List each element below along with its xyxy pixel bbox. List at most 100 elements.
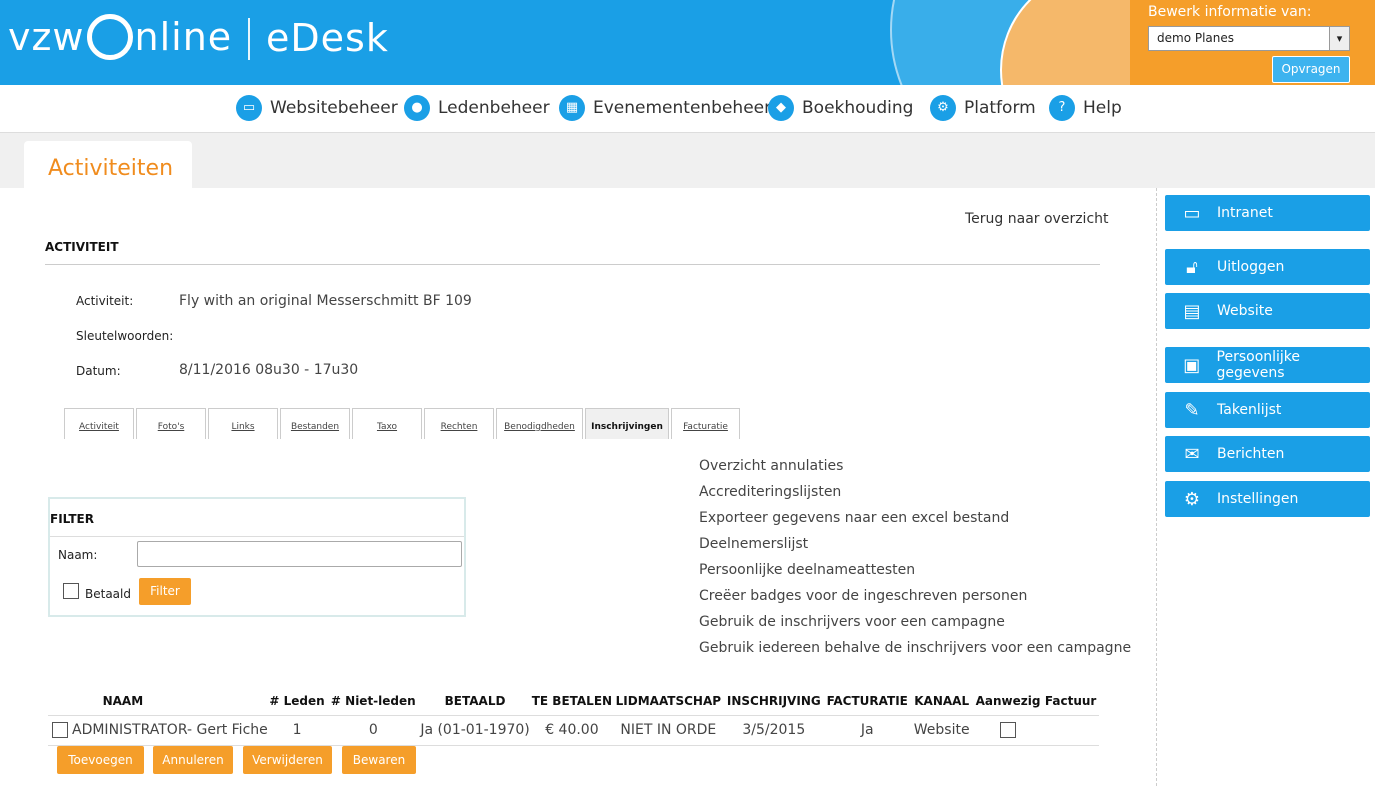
link-overzicht-annulaties[interactable]: Overzicht annulaties <box>699 458 1131 484</box>
col-kanaal[interactable]: KANAAL <box>910 687 974 715</box>
col-aanwezig[interactable]: Aanwezig <box>974 687 1042 715</box>
cell-factuur <box>1042 714 1099 746</box>
naam-label: Naam: <box>58 548 98 562</box>
cell-aanwezig <box>973 714 1043 746</box>
col-lidmaatschap[interactable]: LIDMAATSCHAP <box>614 687 723 715</box>
col-facturatie[interactable]: FACTURATIE <box>825 687 910 715</box>
tab-benodigdheden[interactable]: Benodigdheden <box>496 408 583 439</box>
tab-taxo[interactable]: Taxo <box>352 408 422 439</box>
col-te-betalen[interactable]: TE BETALEN <box>530 687 614 715</box>
toevoegen-button[interactable]: Toevoegen <box>57 746 144 774</box>
bewerk-label: Bewerk informatie van: <box>1148 4 1312 20</box>
naam-input[interactable] <box>137 541 462 567</box>
sidebar-website[interactable]: ▤ Website <box>1165 293 1370 329</box>
logo-o-icon <box>86 14 133 60</box>
cell-naam: ADMINISTRATOR- Gert Fiche <box>48 714 268 746</box>
unlock-icon: 🔓︎ <box>1186 256 1198 278</box>
monitor-lock-icon: ▭ <box>1183 202 1201 224</box>
table-row[interactable]: ADMINISTRATOR- Gert Fiche 1 0 Ja (01-01-… <box>48 714 1099 746</box>
nav-label: Evenementenbeheer <box>593 98 772 118</box>
tab-fotos[interactable]: Foto's <box>136 408 206 439</box>
filter-button[interactable]: Filter <box>139 578 191 605</box>
sidebar-instellingen[interactable]: ⚙ Instellingen <box>1165 481 1370 517</box>
envelope-icon: ✉ <box>1184 443 1200 465</box>
section-title: ACTIVITEIT <box>45 240 119 254</box>
inschrijvingen-table: NAAM # Leden # Niet-leden BETAALD TE BET… <box>48 687 1099 746</box>
sidebar-intranet[interactable]: ▭ Intranet <box>1165 195 1370 231</box>
sidebar-uitloggen[interactable]: 🔓︎ Uitloggen <box>1165 249 1370 285</box>
table-header-row: NAAM # Leden # Niet-leden BETAALD TE BET… <box>48 687 1099 715</box>
betaald-checkbox[interactable] <box>63 583 79 599</box>
sidebar-label: Intranet <box>1217 205 1273 221</box>
page-title: Activiteiten <box>48 156 174 181</box>
tab-inschrijvingen[interactable]: Inschrijvingen <box>585 408 669 439</box>
sidebar-label: Persoonlijke gegevens <box>1216 349 1301 381</box>
link-accrediteringslijsten[interactable]: Accrediteringslijsten <box>699 484 1131 510</box>
cell-kanaal: Website <box>909 714 974 746</box>
link-badges[interactable]: Creëer badges voor de ingeschreven perso… <box>699 588 1131 614</box>
link-campagne-inschrijvers[interactable]: Gebruik de inschrijvers voor een campagn… <box>699 614 1131 640</box>
filter-panel: FILTER Naam: Betaald Filter <box>48 497 466 617</box>
sidebar-berichten[interactable]: ✉ Berichten <box>1165 436 1370 472</box>
link-campagne-behalve[interactable]: Gebruik iedereen behalve de inschrijvers… <box>699 640 1131 666</box>
terug-link[interactable]: Terug naar overzicht <box>965 211 1109 227</box>
bewerk-select-value: demo Planes <box>1157 31 1235 45</box>
col-betaald[interactable]: BETAALD <box>420 687 529 715</box>
tab-activiteit[interactable]: Activiteit <box>64 408 134 439</box>
gear-icon: ⚙ <box>1183 488 1201 510</box>
tab-facturatie[interactable]: Facturatie <box>671 408 740 439</box>
page-title-tab: Activiteiten <box>24 141 192 188</box>
nav-ledenbeheer[interactable]: ● Ledenbeheer <box>404 95 550 121</box>
nav-websitebeheer[interactable]: ▭ Websitebeheer <box>236 95 398 121</box>
help-icon: ? <box>1049 95 1075 121</box>
link-deelnameattesten[interactable]: Persoonlijke deelnameattesten <box>699 562 1131 588</box>
logo-text-left: vzw <box>8 15 85 59</box>
sidebar-label: Instellingen <box>1217 491 1299 507</box>
nav-help[interactable]: ? Help <box>1049 95 1122 121</box>
sidebar-divider <box>1156 188 1157 786</box>
nav-label: Platform <box>964 98 1036 118</box>
sidebar-persoonlijke-gegevens[interactable]: ▣ Persoonlijke gegevens <box>1165 347 1370 383</box>
cell-lidmaatschap: NIET IN ORDE <box>614 714 723 746</box>
cell-te-betalen: € 40.00 <box>529 714 615 746</box>
col-niet-leden[interactable]: # Niet-leden <box>326 687 420 715</box>
product-name: eDesk <box>266 16 389 60</box>
opvragen-button[interactable]: Opvragen <box>1272 56 1350 83</box>
tab-links[interactable]: Links <box>208 408 278 439</box>
tab-bestanden[interactable]: Bestanden <box>280 408 350 439</box>
link-exporteer-excel[interactable]: Exporteer gegevens naar een excel bestan… <box>699 510 1131 536</box>
sleutelwoorden-label: Sleutelwoorden: <box>76 329 174 343</box>
filter-title: FILTER <box>50 512 94 526</box>
nav-label: Help <box>1083 98 1122 118</box>
monitor-icon: ▭ <box>236 95 262 121</box>
nav-evenementenbeheer[interactable]: ▦ Evenementenbeheer <box>559 95 771 121</box>
nav-platform[interactable]: ⚙ Platform <box>930 95 1036 121</box>
app-header: vzw nline eDesk Bewerk informatie van: de… <box>0 0 1375 85</box>
bewaren-button[interactable]: Bewaren <box>342 746 416 774</box>
tab-rechten[interactable]: Rechten <box>424 408 494 439</box>
logo-text-right: nline <box>134 15 233 59</box>
link-deelnemerslijst[interactable]: Deelnemerslijst <box>699 536 1131 562</box>
verwijderen-button[interactable]: Verwijderen <box>243 746 332 774</box>
vzwonline-logo[interactable]: vzw nline <box>8 14 232 60</box>
bewerk-select[interactable]: demo Planes ▾ <box>1148 26 1350 51</box>
cell-inschrijving: 3/5/2015 <box>722 714 825 746</box>
col-naam[interactable]: NAAM <box>48 687 268 715</box>
col-leden[interactable]: # Leden <box>268 687 327 715</box>
id-card-icon: ▣ <box>1183 354 1201 376</box>
logo-divider <box>248 18 250 60</box>
website-icon: ▤ <box>1183 300 1201 322</box>
sidebar-takenlijst[interactable]: ✎ Takenlijst <box>1165 392 1370 428</box>
sidebar-label: Website <box>1217 303 1273 319</box>
col-factuur[interactable]: Factuur <box>1042 687 1099 715</box>
aanwezig-checkbox[interactable] <box>1000 722 1017 738</box>
nav-label: Boekhouding <box>802 98 914 118</box>
page-tab-bar <box>0 133 1375 188</box>
col-inschrijving[interactable]: INSCHRIJVING <box>723 687 825 715</box>
sidebar-label: Takenlijst <box>1217 402 1282 418</box>
annuleren-button[interactable]: Annuleren <box>153 746 233 774</box>
section-divider <box>45 264 1100 265</box>
sidebar-label: Berichten <box>1217 446 1285 462</box>
nav-boekhouding[interactable]: ◆ Boekhouding <box>768 95 913 121</box>
row-select-checkbox[interactable] <box>52 722 68 738</box>
